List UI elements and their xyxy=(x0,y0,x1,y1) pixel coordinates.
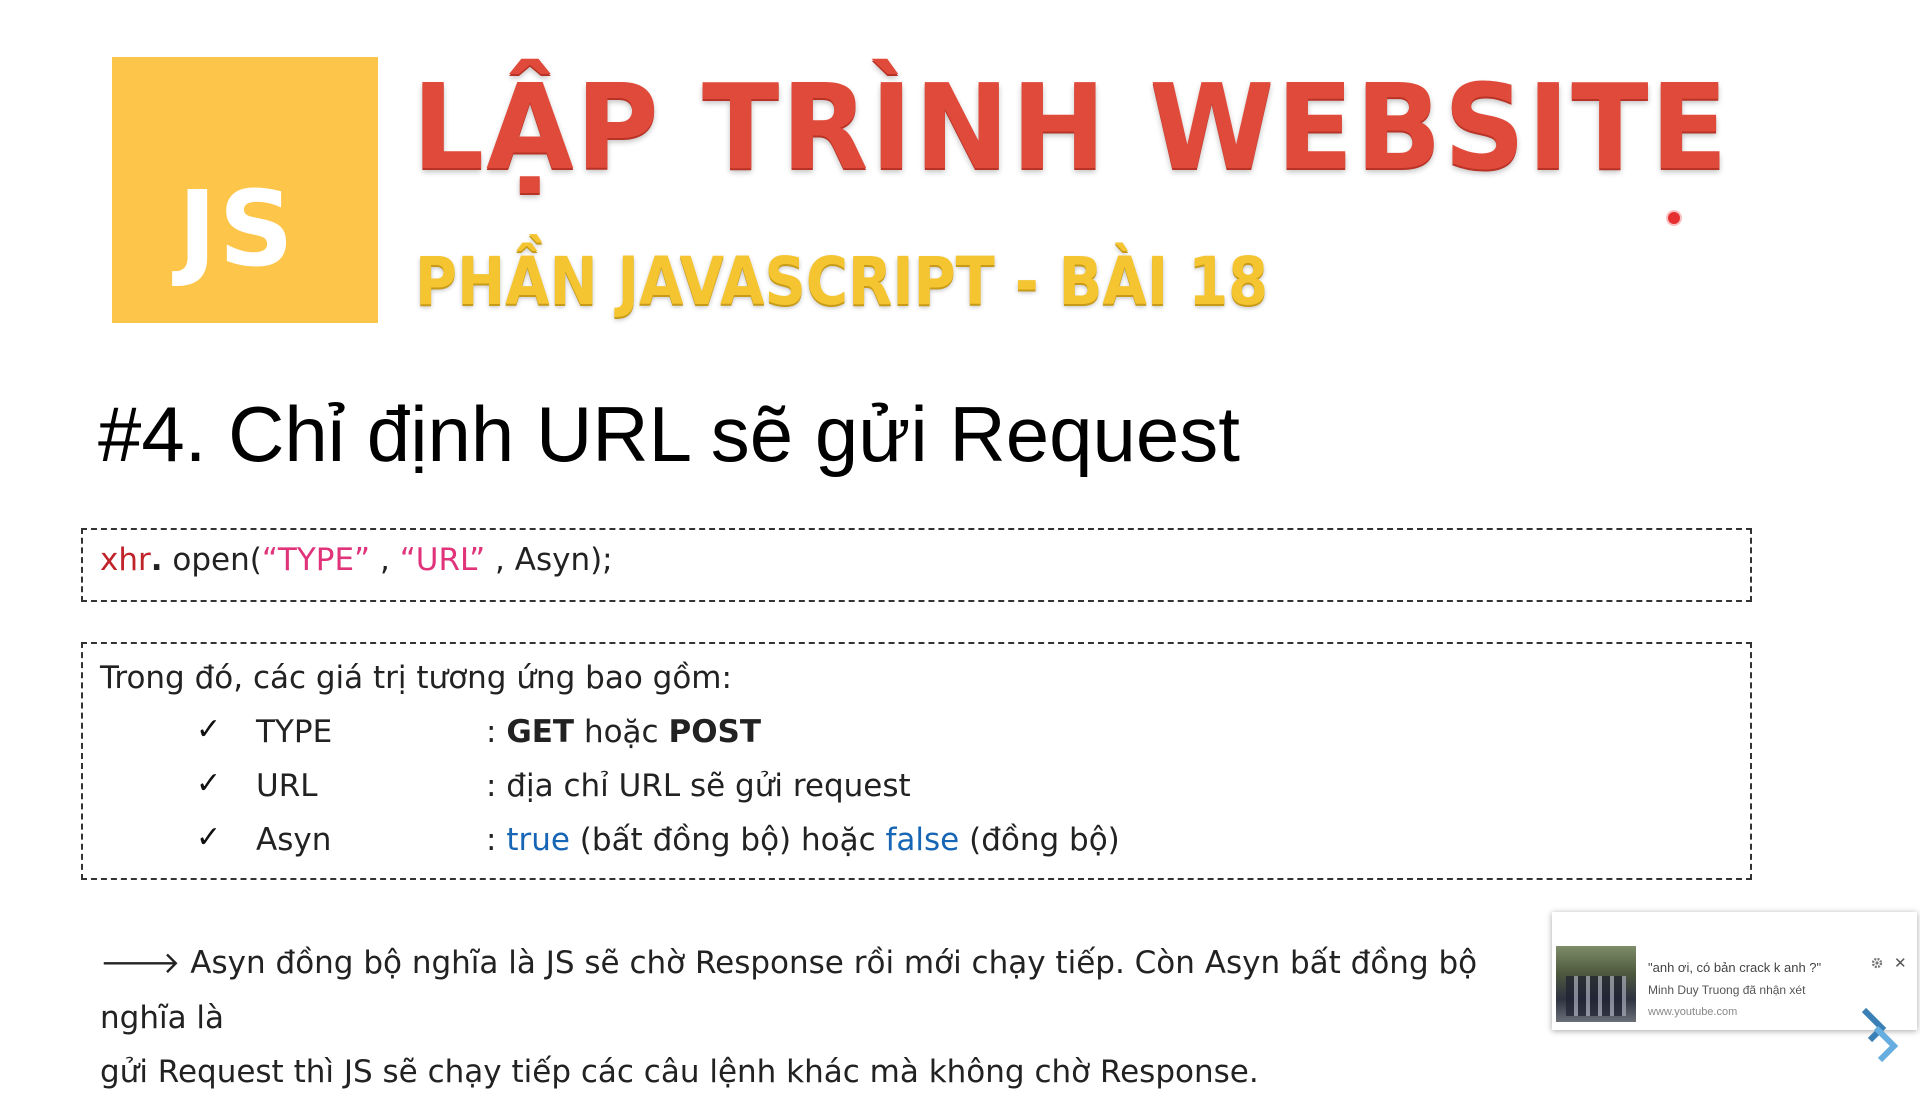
param-row-asyn: ✓ Asyn : true (bất đồng bộ) hoặc false (… xyxy=(0,820,1600,864)
check-icon: ✓ xyxy=(196,712,222,747)
note-line-2: gửi Request thì JS sẽ chạy tiếp các câu … xyxy=(100,1054,1259,1090)
param-desc: : true (bất đồng bộ) hoặc false (đồng bộ… xyxy=(486,822,1120,858)
slide: JS LẬP TRÌNH WEBSITE PHẦN JAVASCRIPT - B… xyxy=(0,0,1920,1090)
section-heading: #4. Chỉ định URL sẽ gửi Request xyxy=(98,390,1240,478)
code-arg-url: “URL” xyxy=(399,542,486,578)
explanation-note: 🡒 Asyn đồng bộ nghĩa là JS sẽ chờ Respon… xyxy=(100,936,1550,1099)
notification-user: Minh Duy Truong đã nhận xét xyxy=(1648,983,1806,997)
param-row-url: ✓ URL : địa chỉ URL sẽ gửi request xyxy=(0,766,1600,810)
param-name: URL xyxy=(256,768,318,804)
code-separator: , xyxy=(485,542,515,578)
arrow-right-icon: 🡒 xyxy=(100,946,181,981)
params-intro: Trong đó, các giá trị tương ứng bao gồm: xyxy=(100,660,732,696)
check-icon: ✓ xyxy=(196,820,222,855)
close-icon[interactable]: ✕ xyxy=(1894,954,1907,972)
page-subtitle: PHẦN JAVASCRIPT - BÀI 18 xyxy=(415,243,1269,320)
code-dot: . xyxy=(150,542,163,578)
page-title: LẬP TRÌNH WEBSITE xyxy=(412,58,1730,196)
notification-thumbnail xyxy=(1556,946,1636,1022)
js-logo: JS xyxy=(112,57,378,323)
corner-logo-icon xyxy=(1861,1007,1899,1063)
code-line: xhr. open(“TYPE” , “URL” , Asyn); xyxy=(100,542,613,578)
gear-icon[interactable] xyxy=(1870,956,1884,973)
code-function: open( xyxy=(162,542,262,578)
code-arg-asyn: Asyn); xyxy=(514,542,613,578)
notification-comment: "anh ơi, có bản crack k anh ?" xyxy=(1648,960,1822,975)
note-line-1: 🡒 Asyn đồng bộ nghĩa là JS sẽ chờ Respon… xyxy=(100,945,1478,1036)
code-separator: , xyxy=(370,542,400,578)
laser-pointer-dot xyxy=(1668,212,1680,224)
code-object: xhr xyxy=(100,542,151,578)
code-arg-type: “TYPE” xyxy=(261,542,371,578)
param-name: Asyn xyxy=(256,822,332,858)
param-row-type: ✓ TYPE : GET hoặc POST xyxy=(0,712,1600,756)
check-icon: ✓ xyxy=(196,766,222,801)
notification-site: www.youtube.com xyxy=(1648,1006,1738,1018)
param-name: TYPE xyxy=(256,714,333,750)
param-desc: : địa chỉ URL sẽ gửi request xyxy=(486,768,911,804)
js-logo-text: JS xyxy=(178,168,296,290)
param-desc: : GET hoặc POST xyxy=(486,714,762,750)
